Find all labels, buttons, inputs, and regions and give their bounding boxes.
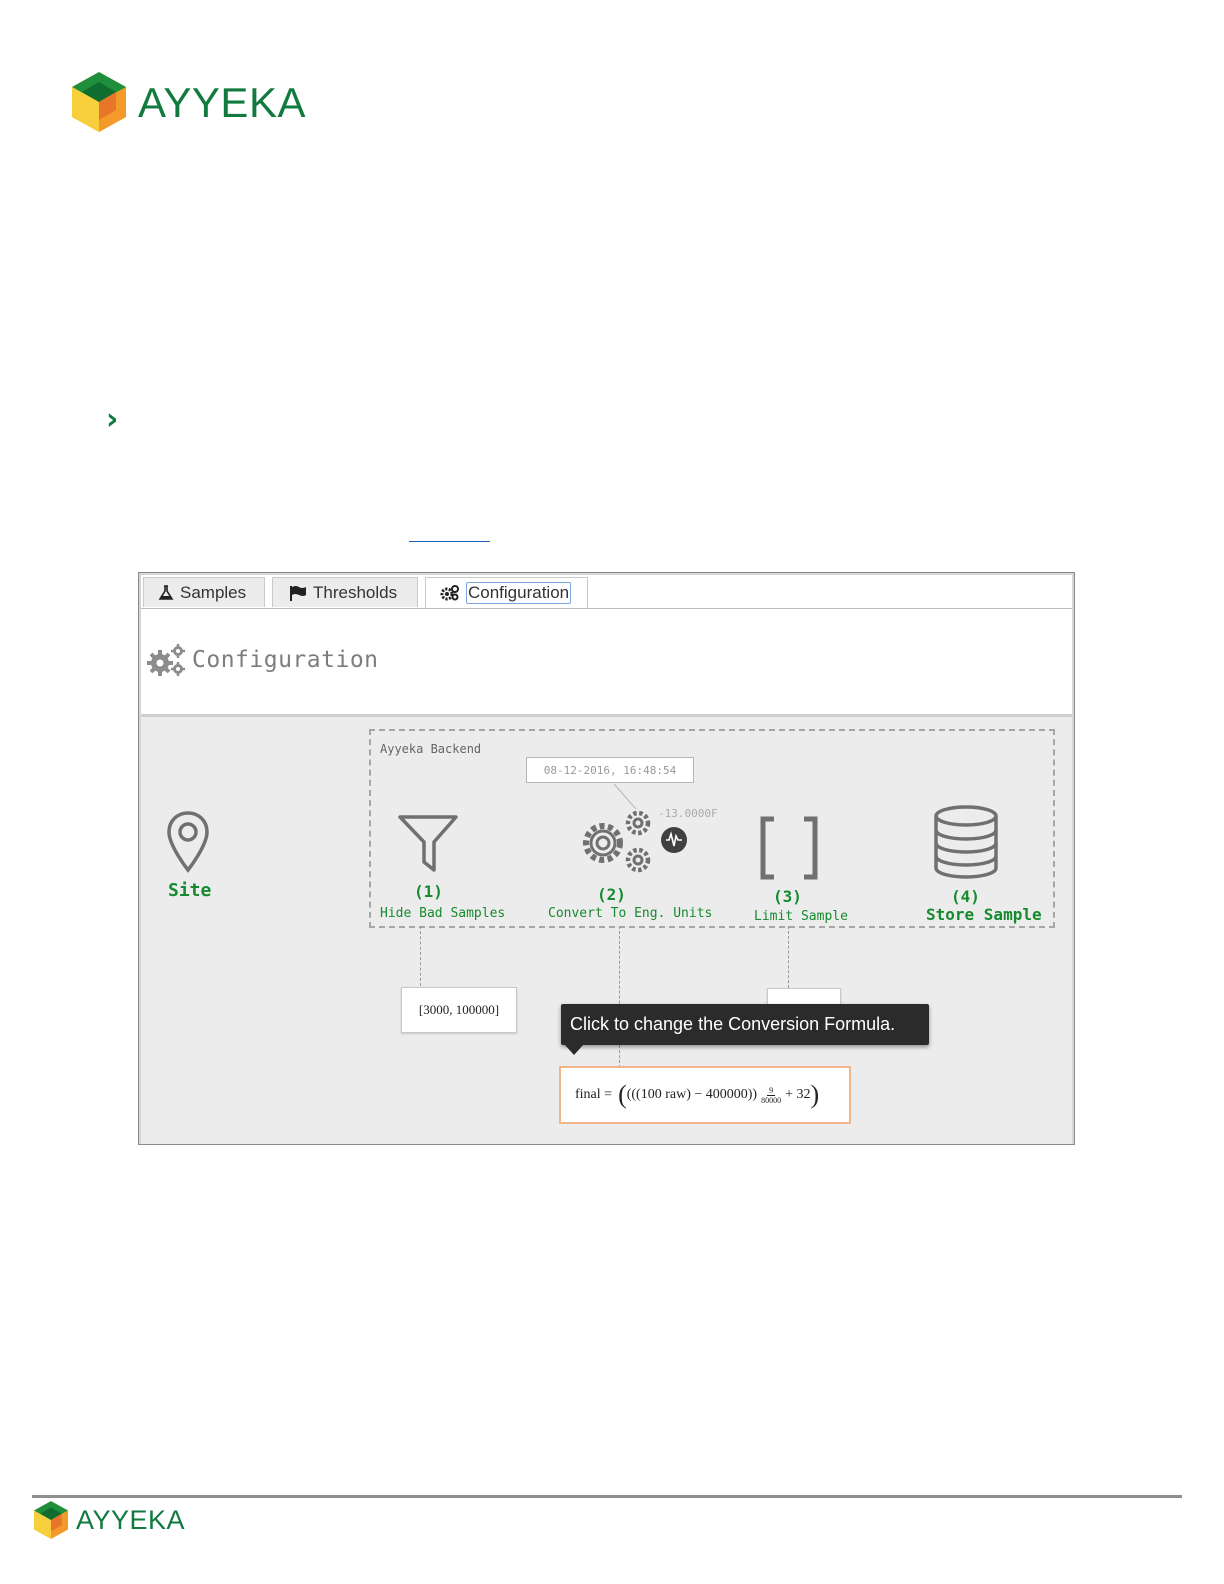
step-4-num: (4) (951, 887, 980, 906)
formula-tail: + 32 (785, 1087, 811, 1102)
step-2-label[interactable]: Convert To Eng. Units (548, 906, 712, 921)
tab-configuration-label: Configuration (466, 582, 572, 604)
gears-icon (147, 644, 185, 676)
footer-divider (32, 1495, 1182, 1498)
connector-2 (619, 926, 620, 1068)
formula-lhs: final = (575, 1087, 613, 1102)
footer-logo-text: AYYEKA (76, 1505, 186, 1535)
tab-configuration[interactable]: Configuration (425, 577, 588, 608)
funnel-icon (398, 815, 458, 872)
step-3-label[interactable]: Limit Sample (754, 909, 848, 924)
conversion-tooltip: Click to change the Conversion Formula. (561, 1004, 929, 1045)
tab-thresholds-label: Thresholds (313, 582, 398, 602)
gears-icon (583, 810, 651, 873)
tab-samples[interactable]: Samples (143, 577, 265, 607)
formula-body: (((100 raw) − 400000)) (626, 1087, 758, 1102)
ayyeka-hexagon-icon (72, 72, 126, 132)
step-1-num: (1) (414, 882, 443, 901)
link-underline[interactable] (409, 541, 490, 542)
backend-label: Ayyeka Backend (380, 742, 482, 756)
ayyeka-hexagon-icon (34, 1501, 68, 1539)
formula-frac-den: 80000 (761, 1095, 782, 1105)
bullet-chevron: › (106, 402, 119, 437)
formula-fraction: 9 80000 (761, 1086, 781, 1105)
configuration-header: Configuration (141, 609, 1072, 714)
tab-thresholds[interactable]: Thresholds (272, 577, 418, 607)
step-4-label[interactable]: Store Sample (926, 905, 1042, 924)
brackets-icon (760, 816, 818, 880)
formula-paren-open: ( (618, 1080, 627, 1109)
site-label: Site (168, 880, 212, 901)
header-logo: AYYEKA (72, 72, 305, 134)
conversion-formula-box[interactable]: final = ( (((100 raw) − 400000)) 9 80000… (559, 1066, 851, 1124)
tooltip-arrow (564, 1044, 584, 1055)
step-3-num: (3) (773, 887, 802, 906)
signal-icon (661, 827, 687, 853)
step-2-num: (2) (597, 885, 626, 904)
formula-paren-close: ) (810, 1080, 820, 1109)
tab-samples-label: Samples (180, 582, 247, 602)
header-logo-text: AYYEKA (138, 79, 306, 126)
database-icon (934, 805, 998, 879)
range-box[interactable]: [3000, 100000] (401, 987, 517, 1033)
flask-icon (158, 584, 174, 600)
configuration-title: Configuration (192, 647, 379, 673)
connector-1 (420, 926, 421, 986)
timestamp-box: 08-12-2016, 16:48:54 (526, 757, 694, 783)
gears-icon (440, 585, 459, 601)
connector-3 (788, 926, 789, 988)
step-1-label[interactable]: Hide Bad Samples (380, 906, 505, 921)
formula-frac-num: 9 (767, 1085, 776, 1096)
map-pin-icon (167, 811, 209, 873)
reading-value: -13.0000F (658, 807, 718, 820)
tab-bar: Samples Thresholds Configuration (141, 575, 1072, 609)
flag-icon (290, 585, 306, 601)
